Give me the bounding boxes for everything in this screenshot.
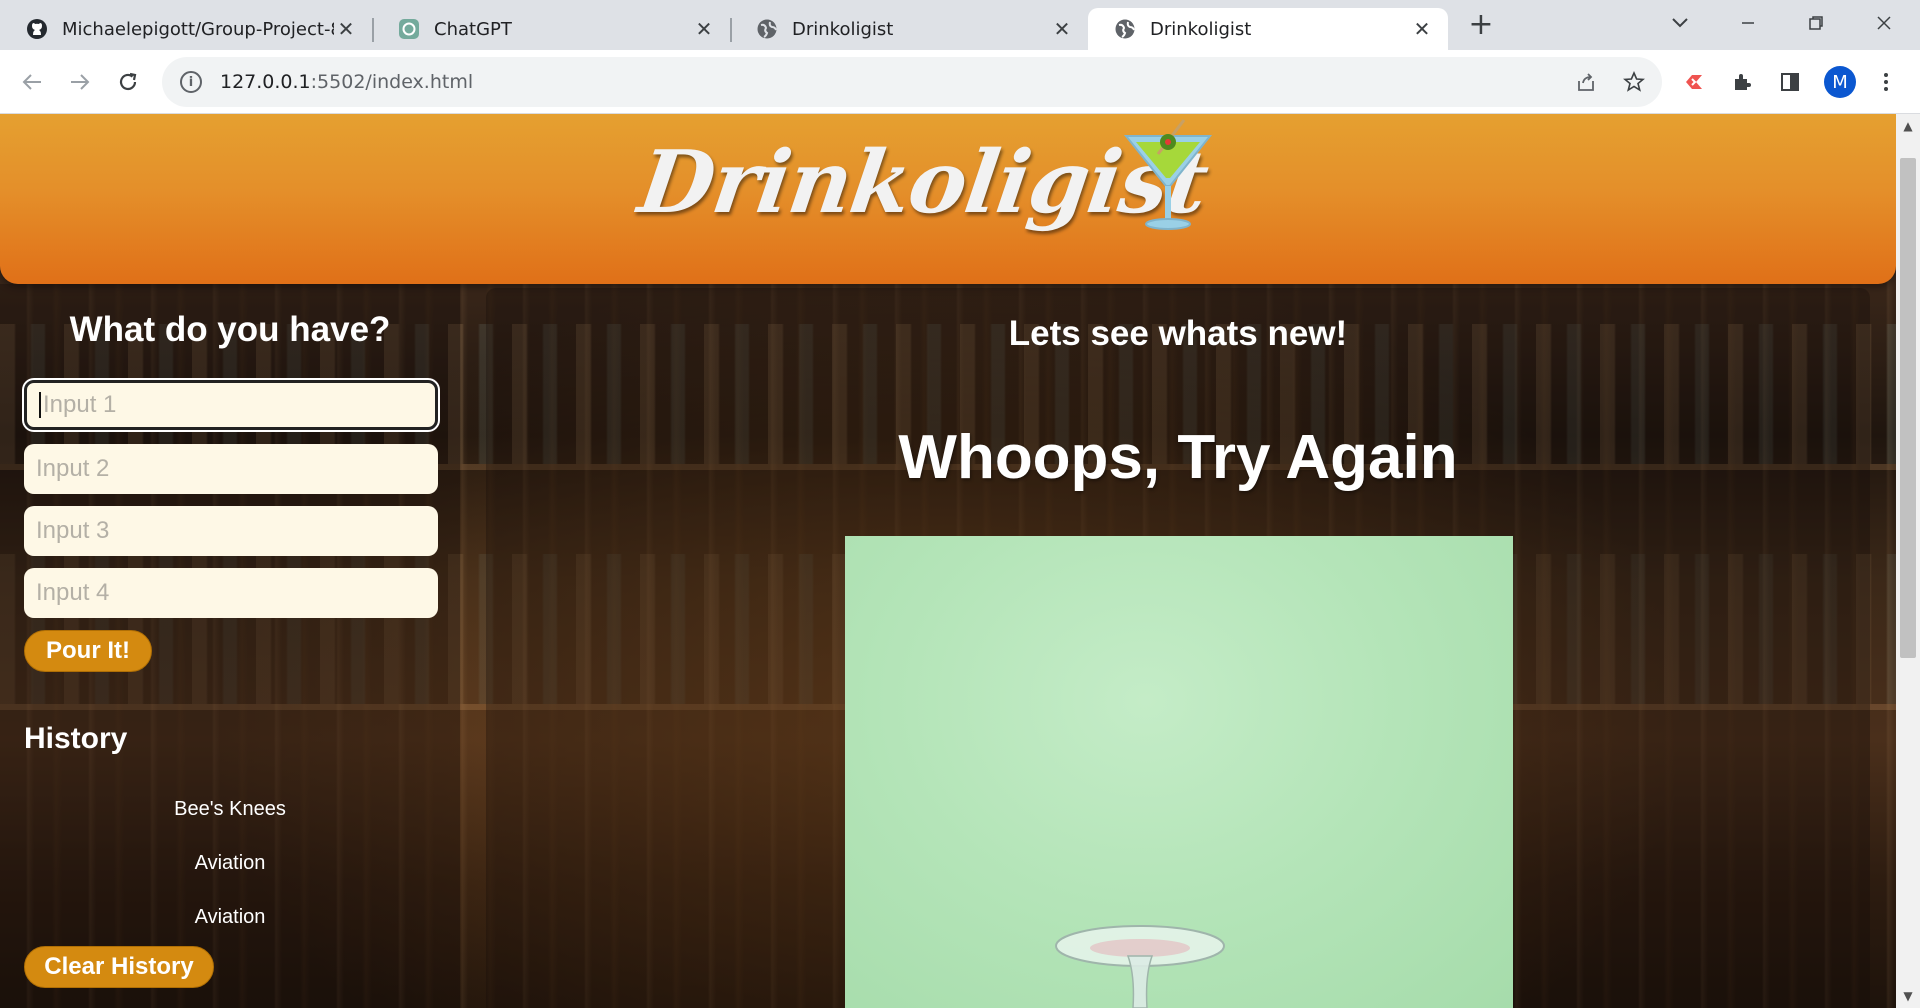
globe-icon [756,18,778,40]
page-viewport: Drinkoligist What do you have? Input 1 I… [0,114,1896,1008]
minimize-icon[interactable] [1728,6,1768,40]
drink-image [845,536,1513,1008]
menu-kebab-icon[interactable] [1870,66,1902,98]
history-item[interactable]: Aviation [0,852,460,875]
extension-red-icon[interactable] [1678,66,1710,98]
tab-title: Drinkoligist [792,18,894,40]
tab-drinkoligist-active[interactable]: Drinkoligist ✕ [1088,8,1448,50]
ingredients-title: What do you have? [69,310,391,349]
tab-chatgpt[interactable]: ChatGPT ✕ [372,8,730,50]
close-window-icon[interactable] [1864,6,1904,40]
globe-icon [1114,18,1136,40]
close-tab-icon[interactable]: ✕ [1410,17,1434,41]
ingredient-input-2[interactable]: Input 2 [24,444,438,494]
history-item[interactable]: Aviation [0,906,460,929]
ingredient-input-1[interactable]: Input 1 [24,380,438,430]
history-title: History [24,722,128,755]
close-tab-icon[interactable]: ✕ [692,17,716,41]
martini-glass-icon [1123,119,1213,230]
browser-tab-bar: Michaelepigott/Group-Project-8 ✕ ChatGPT… [0,0,1920,50]
forward-arrow-icon[interactable] [62,64,98,100]
browser-toolbar: i 127.0.0.1:5502/index.html M [0,50,1920,114]
tab-title: Drinkoligist [1150,18,1252,40]
share-icon[interactable] [1570,66,1602,98]
ingredient-input-4[interactable]: Input 4 [24,568,438,618]
tab-title: Michaelepigott/Group-Project-8 [62,18,334,40]
reload-icon[interactable] [110,64,146,100]
cocktail-glass-photo [1055,925,1225,1008]
tab-github[interactable]: Michaelepigott/Group-Project-8 ✕ [0,8,372,50]
profile-avatar[interactable]: M [1824,66,1856,98]
error-message: Whoops, Try Again [898,423,1458,492]
chatgpt-icon [398,18,420,40]
tab-drinkoligist[interactable]: Drinkoligist ✕ [730,8,1088,50]
scroll-up-arrow-icon[interactable]: ▲ [1900,118,1916,134]
scroll-down-arrow-icon[interactable]: ▼ [1900,988,1916,1004]
extensions-puzzle-icon[interactable] [1726,66,1758,98]
site-header: Drinkoligist [0,114,1896,284]
tab-search-chevron-icon[interactable] [1660,6,1700,40]
clear-history-button[interactable]: Clear History [24,946,214,988]
address-bar[interactable]: i 127.0.0.1:5502/index.html [162,57,1662,107]
side-panel-icon[interactable] [1774,66,1806,98]
restore-icon[interactable] [1796,6,1836,40]
history-item[interactable]: Bee's Knees [0,798,460,821]
back-arrow-icon[interactable] [14,64,50,100]
bookmark-star-icon[interactable] [1618,66,1650,98]
text-caret [39,392,41,418]
scrollbar-thumb[interactable] [1900,158,1916,658]
close-tab-icon[interactable]: ✕ [334,17,358,41]
pour-it-button[interactable]: Pour It! [24,630,152,672]
whats-new-title: Lets see whats new! [1008,314,1348,353]
new-tab-plus-icon[interactable]: + [1466,10,1496,40]
github-icon [26,18,48,40]
tab-title: ChatGPT [434,18,512,40]
ingredient-input-3[interactable]: Input 3 [24,506,438,556]
site-info-icon[interactable]: i [180,71,202,93]
close-tab-icon[interactable]: ✕ [1050,17,1074,41]
url-text: 127.0.0.1:5502/index.html [220,71,474,93]
